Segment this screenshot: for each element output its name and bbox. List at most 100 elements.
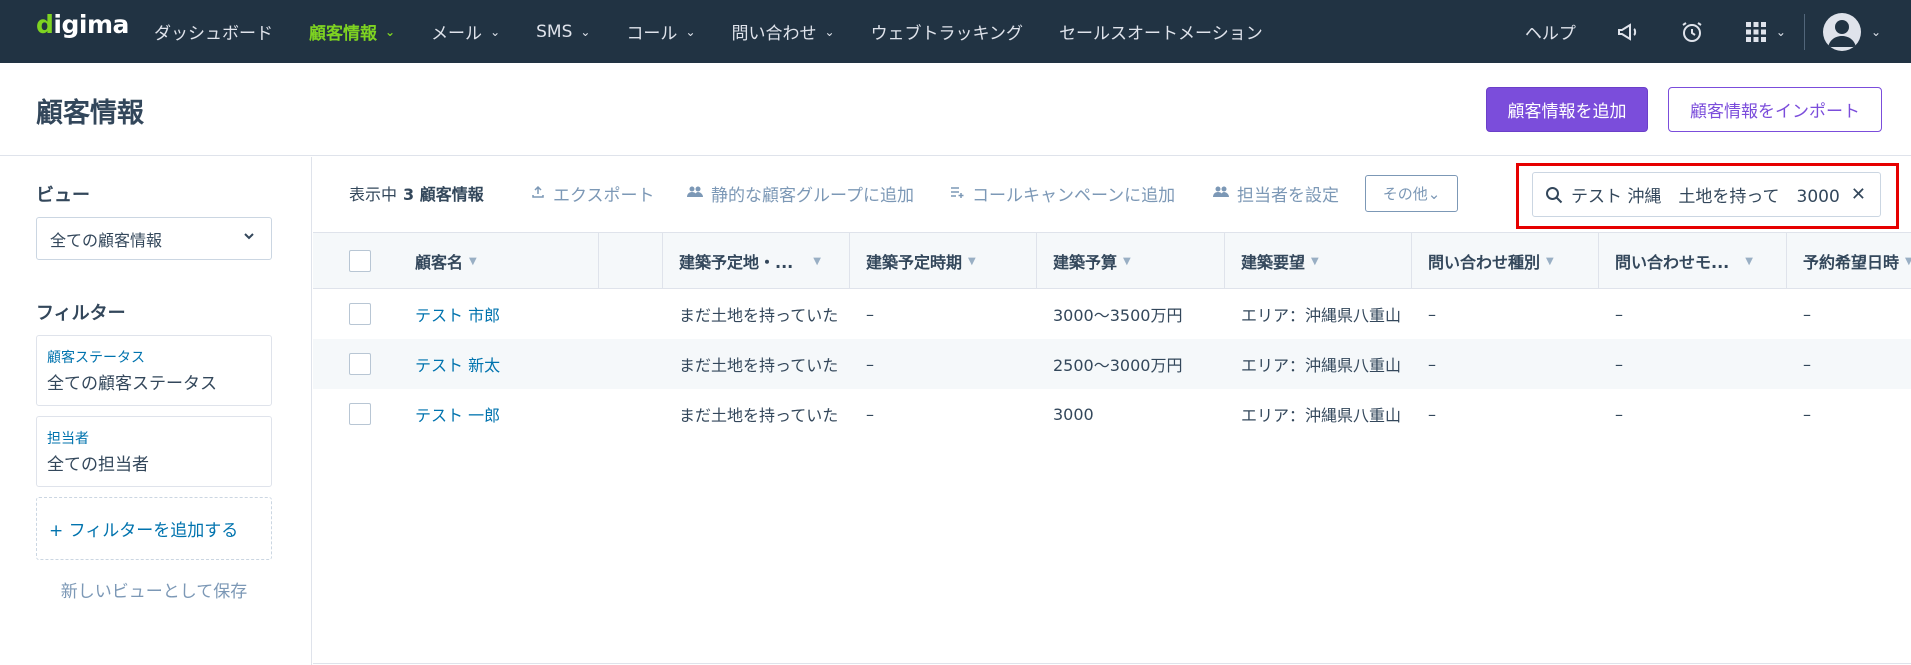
save-view-link[interactable]: 新しいビューとして保存: [36, 577, 272, 602]
nav-item-label: SMS: [536, 21, 573, 42]
filter-value: 全ての顧客ステータス: [47, 374, 217, 394]
customer-name-link[interactable]: テスト 市郎: [399, 289, 599, 339]
customer-name-link[interactable]: テスト 一郎: [399, 389, 599, 439]
nav-item-4[interactable]: コール ⌄: [626, 19, 695, 44]
set-owner-label: 担当者を設定: [1237, 186, 1339, 206]
table-header: 顧客名 ▼ 建築予定地・... ▼ 建築予定時期 ▼ 建築予算 ▼ 建築要望 ▼ 問い合わ…: [313, 232, 1911, 289]
table-row: テスト 一郎 まだ土地を持っていた – 3000 エリア：沖縄県八重山 – – …: [313, 389, 1911, 439]
chevron-down-icon: ⌄: [490, 24, 501, 39]
nav-item-label: コール: [626, 24, 678, 44]
column-header-inquiry-mode[interactable]: 問い合わせモ... ▼: [1599, 233, 1787, 289]
record-count: 表示中 3 顧客情報: [349, 181, 484, 205]
chevron-down-icon: ⌄: [580, 24, 591, 39]
cell-request: エリア：沖縄県八重山: [1241, 306, 1402, 325]
column-header-reservation[interactable]: 予約希望日時 ▼: [1787, 233, 1911, 289]
filter-customer-status[interactable]: 顧客ステータス 全ての顧客ステータス: [36, 335, 272, 406]
avatar[interactable]: [1822, 12, 1861, 51]
close-icon[interactable]: ✕: [1851, 184, 1866, 205]
customer-name-link[interactable]: テスト 新太: [399, 339, 599, 389]
filter-value: 全ての担当者: [47, 455, 149, 475]
column-header-name[interactable]: 顧客名 ▼: [399, 233, 599, 289]
chevron-down-icon: ⌄: [385, 24, 396, 39]
cell-schedule: –: [866, 304, 874, 324]
alarm-clock-icon[interactable]: [1678, 18, 1706, 46]
filter-owner[interactable]: 担当者 全ての担当者: [36, 416, 272, 487]
cell-inquiry-type: –: [1428, 354, 1436, 374]
cell-inquiry-mode: –: [1615, 404, 1623, 424]
add-call-campaign-button[interactable]: コールキャンペーンに追加: [950, 181, 1175, 206]
nav-item-6[interactable]: ウェブトラッキング: [871, 19, 1024, 44]
nav-item-5[interactable]: 問い合わせ ⌄: [732, 19, 835, 44]
chevron-down-icon: ⌄: [824, 24, 835, 39]
sort-caret-icon: ▼: [1905, 255, 1911, 267]
megaphone-icon[interactable]: [1614, 18, 1642, 46]
main-nav: ダッシュボード 顧客情報 ⌄ メール ⌄ SMS ⌄ コール ⌄ 問い合わせ ⌄ ウェブトラッキング セ…: [154, 0, 1299, 63]
cell-inquiry-mode: –: [1615, 304, 1623, 324]
other-actions-button[interactable]: その他⌄: [1365, 175, 1458, 212]
import-customer-button[interactable]: 顧客情報をインポート: [1668, 87, 1882, 132]
digima-logo[interactable]: digima: [36, 10, 129, 39]
cell-inquiry-type: –: [1428, 404, 1436, 424]
row-checkbox[interactable]: [349, 303, 371, 325]
cell-reservation: –: [1803, 304, 1811, 324]
column-header-request[interactable]: 建築要望 ▼: [1225, 233, 1412, 289]
list-add-icon: [950, 185, 964, 203]
nav-item-7[interactable]: セールスオートメーション: [1059, 19, 1263, 44]
table-row: テスト 市郎 まだ土地を持っていた – 3000～3500万円 エリア：沖縄県八…: [313, 289, 1911, 339]
nav-item-0[interactable]: ダッシュボード: [154, 19, 273, 44]
page-header: 顧客情報 顧客情報を追加 顧客情報をインポート: [0, 63, 1911, 156]
row-checkbox[interactable]: [349, 403, 371, 425]
cell-inquiry-mode: –: [1615, 354, 1623, 374]
column-header-site[interactable]: 建築予定地・... ▼: [663, 233, 850, 289]
cell-request: エリア：沖縄県八重山: [1241, 406, 1402, 425]
view-select-value: 全ての顧客情報: [50, 230, 163, 250]
add-customer-button[interactable]: 顧客情報を追加: [1486, 87, 1648, 132]
top-navigation: digima ダッシュボード 顧客情報 ⌄ メール ⌄ SMS ⌄ コール ⌄ 問い合わせ ⌄ ウェブ…: [0, 0, 1911, 63]
select-all-checkbox[interactable]: [349, 250, 371, 272]
help-link[interactable]: ヘルプ: [1525, 19, 1576, 44]
sort-caret-icon: ▼: [968, 255, 976, 267]
cell-reservation: –: [1803, 404, 1811, 424]
export-button[interactable]: エクスポート: [531, 181, 655, 206]
search-icon: [1545, 186, 1563, 204]
cell-site: まだ土地を持っていた: [679, 406, 839, 425]
nav-item-label: ウェブトラッキング: [870, 24, 1024, 44]
add-static-group-label: 静的な顧客グループに追加: [711, 186, 914, 206]
logo-text: igima: [53, 10, 129, 39]
nav-item-3[interactable]: SMS ⌄: [536, 22, 590, 42]
sort-caret-icon: ▼: [1546, 255, 1554, 267]
column-header-schedule[interactable]: 建築予定時期 ▼: [850, 233, 1037, 289]
chevron-down-icon[interactable]: ⌄: [1871, 25, 1881, 39]
filter-label: フィルター: [36, 303, 126, 324]
table-row: テスト 新太 まだ土地を持っていた – 2500～3000万円 エリア：沖縄県八…: [313, 339, 1911, 389]
cell-site: まだ土地を持っていた: [679, 356, 839, 375]
nav-divider: [1803, 13, 1805, 50]
view-select[interactable]: 全ての顧客情報: [36, 217, 272, 260]
chevron-down-icon: ⌄: [685, 24, 696, 39]
add-static-group-button[interactable]: 静的な顧客グループに追加: [687, 181, 914, 206]
record-count-value: 3 顧客情報: [403, 185, 484, 204]
grid-icon[interactable]: [1742, 18, 1770, 46]
row-checkbox[interactable]: [349, 353, 371, 375]
column-header-budget[interactable]: 建築予算 ▼: [1037, 233, 1225, 289]
sort-caret-icon: ▼: [1123, 255, 1131, 267]
chevron-down-icon[interactable]: ⌄: [1776, 25, 1786, 39]
nav-item-1[interactable]: 顧客情報 ⌄: [309, 19, 395, 44]
set-owner-button[interactable]: 担当者を設定: [1213, 181, 1339, 206]
filter-label-text: 顧客ステータス: [47, 350, 145, 366]
cell-budget: 3000～3500万円: [1053, 306, 1183, 325]
chevron-down-icon: [243, 230, 255, 246]
cell-reservation: –: [1803, 354, 1811, 374]
nav-item-label: 顧客情報: [309, 24, 377, 44]
add-filter-button[interactable]: + フィルターを追加する: [36, 497, 272, 560]
cell-site: まだ土地を持っていた: [679, 306, 839, 325]
record-count-prefix: 表示中: [349, 185, 398, 204]
cell-schedule: –: [866, 354, 874, 374]
nav-right: ヘルプ ⌄ ⌄: [1525, 0, 1911, 63]
sidebar: ビュー 全ての顧客情報 フィルター 顧客ステータス 全ての顧客ステータス 担当者…: [0, 157, 312, 665]
add-call-campaign-label: コールキャンペーンに追加: [972, 186, 1176, 206]
page-title: 顧客情報: [36, 98, 144, 129]
search-input[interactable]: テスト 沖縄 土地を持って 3000 ✕: [1532, 172, 1881, 217]
column-header-inquiry-type[interactable]: 問い合わせ種別 ▼: [1412, 233, 1599, 289]
nav-item-2[interactable]: メール ⌄: [431, 19, 500, 44]
